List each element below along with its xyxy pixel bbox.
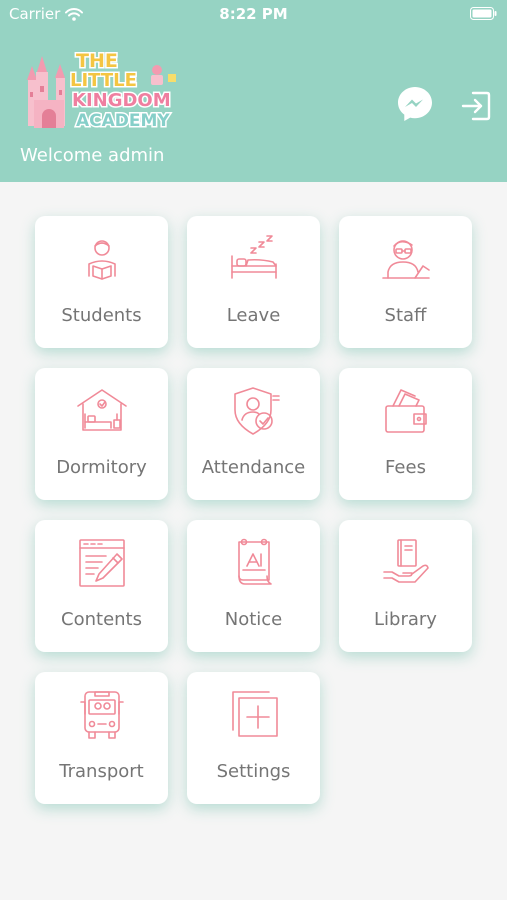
menu-tile-notice[interactable]: Notice (187, 520, 320, 652)
menu-label-dormitory: Dormitory (56, 457, 147, 478)
logout-button[interactable] (460, 90, 492, 122)
menu-tile-attendance[interactable]: Attendance (187, 368, 320, 500)
logo-text-academy: ACADEMY (76, 111, 170, 131)
menu-tile-leave[interactable]: Leave (187, 216, 320, 348)
menu-label-library: Library (374, 609, 437, 630)
document-pencil-icon (78, 539, 125, 587)
dormitory-house-icon (76, 389, 127, 431)
logout-icon (461, 91, 491, 121)
notice-board-icon (237, 538, 272, 585)
bed-sleep-icon (230, 235, 277, 279)
book-hand-icon (382, 539, 429, 583)
menu-tile-students[interactable]: Students (35, 216, 168, 348)
logo-text-the: THE (76, 50, 118, 72)
menu-label-transport: Transport (59, 761, 144, 782)
add-square-icon (231, 691, 278, 737)
battery-icon (470, 7, 497, 20)
student-reading-icon (87, 240, 116, 280)
menu-tile-transport[interactable]: Transport (35, 672, 168, 804)
menu-label-settings: Settings (216, 761, 291, 782)
menu-label-fees: Fees (385, 457, 426, 478)
menu-tile-fees[interactable]: Fees (339, 368, 472, 500)
status-time: 8:22 PM (219, 5, 288, 23)
app-header: Carrier 8:22 PM THE LITTLE KINGDOM ACADE… (0, 0, 507, 182)
school-logo: THE LITTLE KINGDOM ACADEMY (27, 49, 176, 133)
logo-text-kingdom: KINGDOM (72, 90, 171, 111)
messenger-icon (398, 87, 432, 121)
menu-tile-dormitory[interactable]: Dormitory (35, 368, 168, 500)
menu-label-students: Students (61, 305, 142, 326)
logo-text-little: LITTLE (70, 70, 137, 91)
menu-label-leave: Leave (226, 305, 281, 326)
menu-label-staff: Staff (384, 305, 427, 326)
menu-tile-settings[interactable]: Settings (187, 672, 320, 804)
status-bar: Carrier 8:22 PM (0, 0, 507, 28)
bus-icon (79, 691, 124, 739)
messenger-button[interactable] (396, 85, 434, 123)
menu-label-notice: Notice (224, 609, 283, 630)
shield-check-icon (233, 387, 280, 435)
menu-label-attendance: Attendance (201, 457, 306, 478)
menu-tile-staff[interactable]: Staff (339, 216, 472, 348)
menu-tile-library[interactable]: Library (339, 520, 472, 652)
wallet-icon (384, 389, 427, 433)
teacher-icon (381, 240, 430, 279)
menu-label-contents: Contents (61, 609, 142, 630)
menu-tile-contents[interactable]: Contents (35, 520, 168, 652)
welcome-text: Welcome admin (20, 145, 165, 166)
